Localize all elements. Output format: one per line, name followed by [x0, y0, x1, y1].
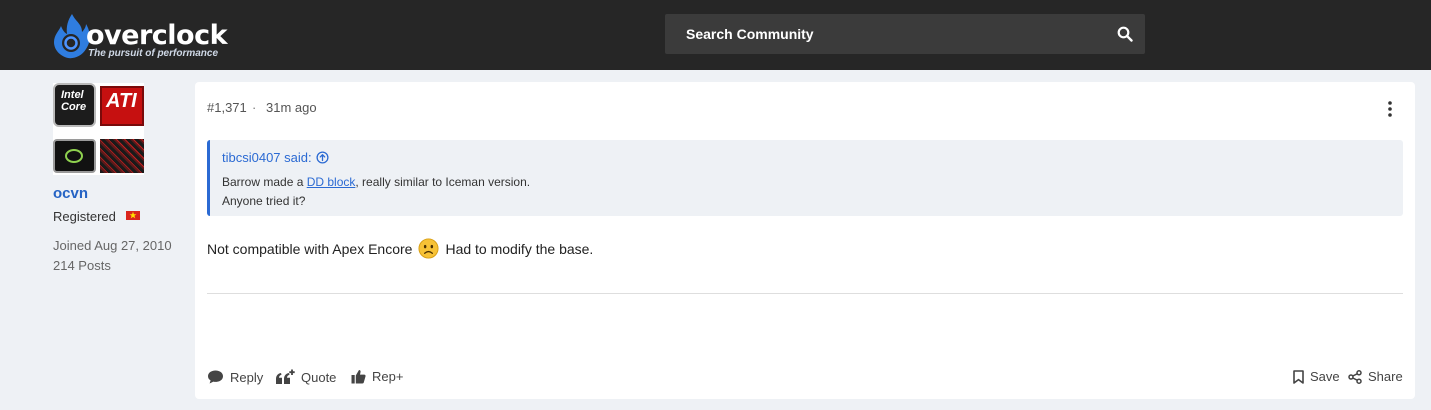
share-icon	[1348, 369, 1362, 384]
nvidia-badge	[53, 139, 96, 173]
save-button[interactable]: Save	[1293, 369, 1340, 384]
reply-label: Reply	[230, 369, 264, 385]
quote-button[interactable]: Quote	[275, 369, 336, 386]
post-meta-separator: ·	[252, 100, 257, 115]
ati-badge: ATI	[100, 86, 144, 126]
post-time[interactable]: 31m ago	[266, 100, 317, 115]
post-count: 214 Posts	[53, 258, 111, 273]
quote-label: Quote	[301, 370, 337, 385]
share-label: Share	[1368, 369, 1403, 384]
post-number[interactable]: #1,371	[207, 100, 247, 115]
bookmark-icon	[1293, 369, 1304, 384]
search-bar[interactable]: Search Community	[665, 14, 1145, 54]
quote-icon	[276, 369, 295, 384]
frown-emoji-icon	[418, 238, 439, 259]
post-card: #1,371 · 31m ago tibcsi0407 said: Barrow…	[195, 82, 1415, 399]
site-logo[interactable]: overclock The pursuit of performance	[52, 12, 232, 62]
search-label: Search Community	[686, 26, 814, 42]
join-date: Joined Aug 27, 2010	[53, 238, 172, 253]
post-body-text: Not compatible with Apex Encore	[207, 240, 413, 257]
logo-tagline: The pursuit of performance	[88, 48, 219, 59]
reply-button[interactable]: Reply	[207, 369, 263, 385]
dd-block-link[interactable]: DD block	[307, 175, 356, 189]
quote-text-segment: Barrow made a	[222, 175, 307, 189]
quote-text-line: Anyone tried it?	[222, 194, 306, 208]
quote-text-segment: , really similar to Iceman version.	[355, 175, 531, 189]
hardware-badge	[100, 139, 144, 173]
quote-block: tibcsi0407 said: Barrow made a DD block,…	[207, 140, 1403, 216]
post-body: Not compatible with Apex Encore Had to m…	[207, 238, 593, 259]
vietnam-flag-icon	[126, 211, 140, 220]
more-options-icon[interactable]	[1387, 100, 1393, 118]
rep-button[interactable]: Rep+	[351, 369, 403, 384]
username[interactable]: ocvn	[53, 185, 88, 202]
quote-author[interactable]: tibcsi0407 said:	[222, 150, 312, 165]
site-header: overclock The pursuit of performance Sea…	[0, 0, 1431, 70]
badge-label: ATI	[106, 90, 137, 112]
arrow-up-circle-icon[interactable]	[316, 151, 329, 164]
user-role: Registered	[53, 209, 116, 224]
nvidia-eye-icon	[65, 149, 83, 163]
rep-label: Rep+	[372, 369, 404, 384]
avatar[interactable]: Intel Core ATI	[53, 83, 144, 175]
share-button[interactable]: Share	[1348, 369, 1403, 384]
badge-label: Intel Core	[61, 89, 87, 113]
post-body-text: Had to modify the base.	[445, 240, 594, 257]
intel-core-badge: Intel Core	[53, 83, 96, 127]
thumbs-up-icon	[351, 370, 366, 384]
reply-icon	[208, 370, 223, 384]
divider	[207, 293, 1403, 294]
search-icon[interactable]	[1117, 26, 1133, 42]
quote-text-line: Barrow made a DD block, really similar t…	[222, 175, 530, 189]
save-label: Save	[1310, 369, 1340, 384]
logo-text: overclock	[86, 20, 228, 51]
